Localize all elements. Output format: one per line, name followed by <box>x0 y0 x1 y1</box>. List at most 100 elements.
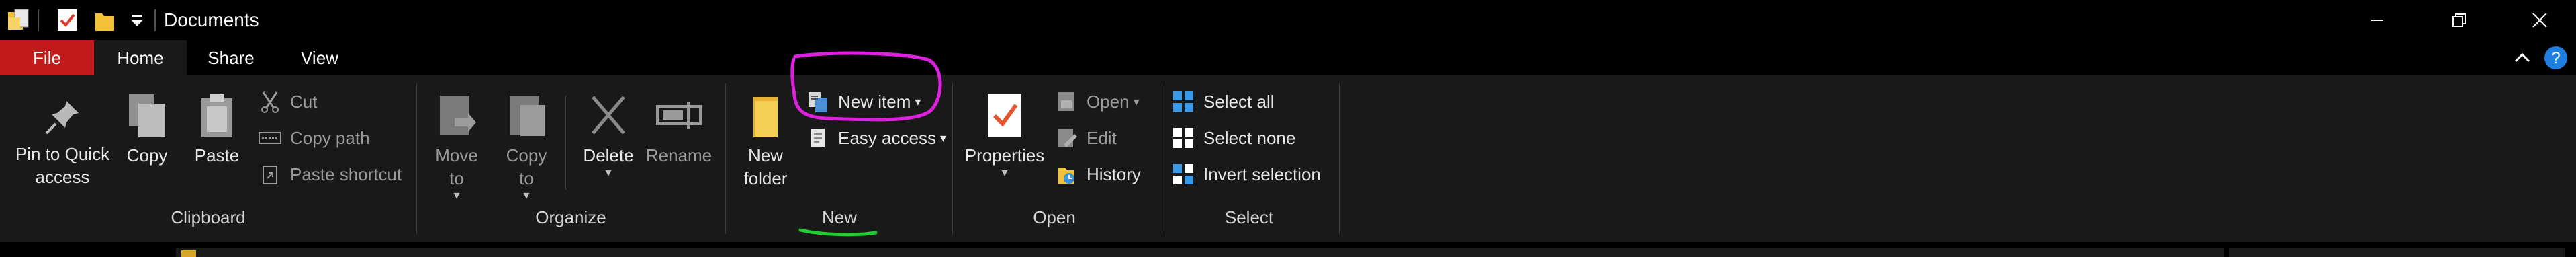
folder-icon <box>181 250 196 257</box>
paste-label: Paste <box>194 145 240 166</box>
address-bar-strip <box>0 242 2576 257</box>
properties-check-icon[interactable] <box>54 7 81 34</box>
customize-qat-icon[interactable] <box>124 7 150 34</box>
chevron-up-icon <box>2514 52 2530 63</box>
copy-icon <box>129 94 165 137</box>
minimize-icon <box>2371 20 2383 21</box>
move-to-button[interactable]: Move to ▾ <box>426 91 488 202</box>
pin-label: Pin to Quick <box>15 144 110 164</box>
edit-button[interactable]: Edit <box>1054 122 1117 153</box>
close-icon <box>2532 13 2547 28</box>
move-to-icon <box>440 96 476 135</box>
easy-access-dropdown-icon: ▾ <box>939 131 946 145</box>
restore-button[interactable] <box>2439 5 2479 35</box>
scissors-icon <box>261 91 279 113</box>
delete-x-icon <box>592 96 625 135</box>
folder-app-icon[interactable] <box>5 7 32 34</box>
divider <box>154 9 156 31</box>
select-none-icon <box>1173 128 1193 148</box>
delete-button[interactable]: Delete ▾ <box>575 91 642 178</box>
copy-label: Copy <box>126 145 168 166</box>
move-dropdown-icon: ▾ <box>453 188 460 202</box>
collapse-ribbon-button[interactable] <box>2512 47 2533 69</box>
ribbon-tabs: File Home Share View ? <box>0 40 2576 75</box>
search-box[interactable] <box>2229 248 2565 257</box>
divider <box>565 96 566 190</box>
close-button[interactable] <box>2520 5 2560 35</box>
paste-shortcut-button[interactable]: Paste shortcut <box>258 159 402 190</box>
tab-share[interactable]: Share <box>187 40 275 75</box>
move-label: Move <box>435 145 478 166</box>
group-label-new: New <box>821 207 857 227</box>
group-divider <box>725 83 726 234</box>
open-icon <box>1058 92 1074 111</box>
paste-button[interactable]: Paste <box>187 91 247 167</box>
history-icon <box>1058 168 1074 184</box>
paste-shortcut-label: Paste shortcut <box>290 163 402 184</box>
delete-label: Delete <box>583 145 634 166</box>
group-divider <box>416 83 417 234</box>
help-button[interactable]: ? <box>2544 46 2568 70</box>
open-label: Open <box>1087 91 1130 112</box>
copy-to-button[interactable]: Copy to ▾ <box>496 91 557 202</box>
copy-to-label-2: to <box>519 168 534 188</box>
new-folder-icon[interactable] <box>91 7 118 34</box>
svg-text:?: ? <box>2551 49 2560 67</box>
copy-to-dropdown-icon: ▾ <box>523 188 530 202</box>
select-all-label: Select all <box>1203 91 1275 112</box>
pin-icon <box>45 101 79 135</box>
edit-label: Edit <box>1087 127 1117 148</box>
invert-selection-button[interactable]: Invert selection <box>1171 159 1321 190</box>
pin-to-quick-access-button[interactable]: Pin to Quick access <box>7 96 118 188</box>
properties-button[interactable]: Properties ▾ <box>956 91 1053 178</box>
group-label-open: Open <box>1033 207 1076 227</box>
edit-icon <box>1058 128 1077 147</box>
paste-icon <box>201 94 232 137</box>
tab-file[interactable]: File <box>0 40 94 75</box>
tab-view[interactable]: View <box>275 40 364 75</box>
copy-button[interactable]: Copy <box>118 91 176 167</box>
new-folder-label: New <box>747 145 783 166</box>
delete-dropdown-icon: ▾ <box>605 166 612 179</box>
open-dropdown-icon: ▾ <box>1133 94 1140 108</box>
address-bar[interactable] <box>176 248 2224 257</box>
easy-access-icon <box>811 128 825 147</box>
select-all-icon <box>1173 91 1193 112</box>
help-icon: ? <box>2544 46 2567 69</box>
select-all-button[interactable]: Select all <box>1171 86 1275 117</box>
select-none-label: Select none <box>1203 127 1296 148</box>
annotation-circle <box>790 51 942 122</box>
cut-button[interactable]: Cut <box>258 86 317 117</box>
folder-icon <box>753 97 778 137</box>
group-label-organize: Organize <box>535 207 606 227</box>
history-label: History <box>1087 163 1141 184</box>
ribbon-home: Pin to Quick access Copy Paste Cut Copy … <box>0 75 2576 242</box>
paste-shortcut-icon <box>263 166 277 184</box>
copy-to-icon <box>510 96 545 136</box>
copy-path-button[interactable]: Copy path <box>258 122 370 153</box>
history-button[interactable]: History <box>1054 159 1141 190</box>
properties-check-icon <box>988 94 1021 137</box>
minimize-button[interactable] <box>2357 5 2397 35</box>
tab-home[interactable]: Home <box>94 40 187 75</box>
invert-selection-icon <box>1173 164 1193 184</box>
title-bar: Documents <box>0 0 2576 40</box>
divider <box>38 9 39 31</box>
select-none-button[interactable]: Select none <box>1171 122 1295 153</box>
rename-button[interactable]: Rename <box>643 91 715 167</box>
window-title: Documents <box>164 9 259 30</box>
copy-path-label: Copy path <box>290 127 370 148</box>
group-label-clipboard: Clipboard <box>171 207 246 227</box>
easy-access-label: Easy access <box>838 127 936 148</box>
group-divider <box>952 83 953 234</box>
new-folder-label-2: folder <box>743 168 788 188</box>
rename-label: Rename <box>645 145 712 166</box>
move-label-2: to <box>449 168 464 188</box>
copy-to-label: Copy <box>506 145 547 166</box>
pin-label-2: access <box>35 167 90 187</box>
open-button[interactable]: Open ▾ <box>1054 86 1140 117</box>
invert-selection-label: Invert selection <box>1203 163 1321 184</box>
properties-label: Properties <box>964 145 1045 166</box>
group-label-select: Select <box>1224 207 1274 227</box>
annotation-underline <box>798 228 878 237</box>
